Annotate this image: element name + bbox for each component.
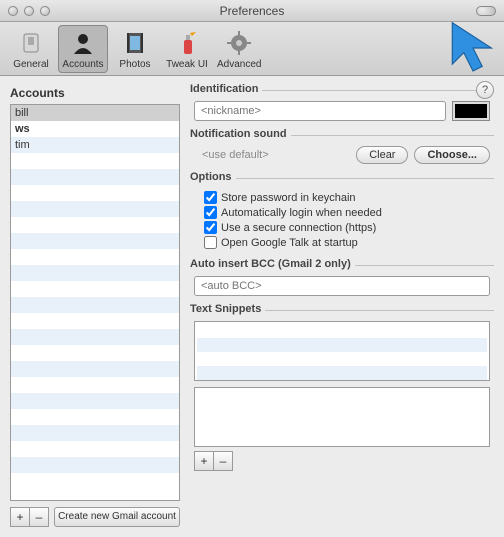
option-label: Store password in keychain (221, 192, 356, 204)
list-row-empty (11, 249, 179, 265)
detail-panel: Identification ? Notification sound <use… (190, 86, 494, 527)
film-icon (121, 29, 149, 57)
spray-icon (173, 29, 201, 57)
color-swatch (455, 104, 487, 118)
toolbar-pill-button[interactable] (476, 6, 496, 16)
list-row-empty (11, 281, 179, 297)
close-window-button[interactable] (8, 6, 18, 16)
color-well[interactable] (452, 101, 490, 121)
list-row-empty (11, 457, 179, 473)
accounts-list[interactable]: bill ws tim (10, 104, 180, 501)
accounts-panel: Accounts bill ws tim (10, 86, 180, 527)
list-row-empty (11, 393, 179, 409)
identification-group: Identification ? (190, 90, 494, 125)
options-heading: Options (190, 171, 236, 183)
remove-snippet-button[interactable]: – (213, 451, 233, 471)
list-row-empty (11, 233, 179, 249)
list-row-empty (11, 329, 179, 345)
bcc-input[interactable] (194, 276, 490, 296)
notification-group: Notification sound <use default> Clear C… (190, 135, 494, 168)
checkbox[interactable] (204, 191, 217, 204)
list-row-empty (11, 345, 179, 361)
list-row-empty (11, 217, 179, 233)
list-row-empty (11, 185, 179, 201)
option-autologin[interactable]: Automatically login when needed (204, 206, 490, 219)
option-https[interactable]: Use a secure connection (https) (204, 221, 490, 234)
identification-heading: Identification (190, 83, 262, 95)
tab-accounts[interactable]: Accounts (58, 25, 108, 73)
tab-photos[interactable]: Photos (110, 25, 160, 73)
minimize-window-button[interactable] (24, 6, 34, 16)
snippets-group: Text Snippets + – (190, 310, 494, 527)
window-title: Preferences (0, 4, 504, 18)
list-row-empty (11, 265, 179, 281)
remove-account-button[interactable]: – (29, 507, 49, 527)
list-row-empty (11, 313, 179, 329)
tab-label: Tweak UI (166, 59, 208, 70)
checkbox[interactable] (204, 206, 217, 219)
option-google-talk[interactable]: Open Google Talk at startup (204, 236, 490, 249)
bcc-group: Auto insert BCC (Gmail 2 only) (190, 265, 494, 300)
zoom-window-button[interactable] (40, 6, 50, 16)
list-row-empty (11, 361, 179, 377)
option-label: Use a secure connection (https) (221, 222, 376, 234)
clear-sound-button[interactable]: Clear (356, 146, 408, 164)
list-row-empty (11, 297, 179, 313)
tab-label: General (13, 59, 49, 70)
list-row-empty (11, 153, 179, 169)
option-label: Automatically login when needed (221, 207, 382, 219)
tab-label: Photos (119, 59, 150, 70)
add-account-button[interactable]: + (10, 507, 30, 527)
silhouette-icon (69, 29, 97, 57)
add-snippet-button[interactable]: + (194, 451, 214, 471)
options-group: Options Store password in keychain Autom… (190, 178, 494, 255)
tab-label: Advanced (217, 59, 261, 70)
bcc-heading: Auto insert BCC (Gmail 2 only) (190, 258, 355, 270)
choose-sound-button[interactable]: Choose... (414, 146, 490, 164)
notification-heading: Notification sound (190, 128, 291, 140)
list-row-empty (11, 425, 179, 441)
list-row-empty (11, 441, 179, 457)
account-row[interactable]: tim (11, 137, 179, 153)
list-row-empty (11, 169, 179, 185)
tab-tweak-ui[interactable]: Tweak UI (162, 25, 212, 73)
help-button[interactable]: ? (476, 81, 494, 99)
snippets-heading: Text Snippets (190, 303, 265, 315)
toolbar: General Accounts Photos Tweak UI Advance… (0, 22, 504, 76)
notification-default-text: <use default> (194, 149, 350, 161)
list-row-empty (11, 201, 179, 217)
nickname-input[interactable] (194, 101, 446, 121)
tab-label: Accounts (62, 59, 103, 70)
account-row[interactable]: ws (11, 121, 179, 137)
list-row-empty (11, 377, 179, 393)
tab-general[interactable]: General (6, 25, 56, 73)
checkbox[interactable] (204, 221, 217, 234)
gear-icon (225, 29, 253, 57)
snippet-editor[interactable] (194, 387, 490, 447)
checkbox[interactable] (204, 236, 217, 249)
snippets-list[interactable] (194, 321, 490, 381)
accounts-heading: Accounts (10, 86, 180, 100)
option-keychain[interactable]: Store password in keychain (204, 191, 490, 204)
tab-advanced[interactable]: Advanced (214, 25, 264, 73)
titlebar: Preferences (0, 0, 504, 22)
create-gmail-button[interactable]: Create new Gmail account (54, 507, 180, 527)
account-row[interactable]: bill (11, 105, 179, 121)
switch-icon (17, 29, 45, 57)
option-label: Open Google Talk at startup (221, 237, 358, 249)
list-row-empty (11, 409, 179, 425)
list-row-empty (11, 473, 179, 489)
